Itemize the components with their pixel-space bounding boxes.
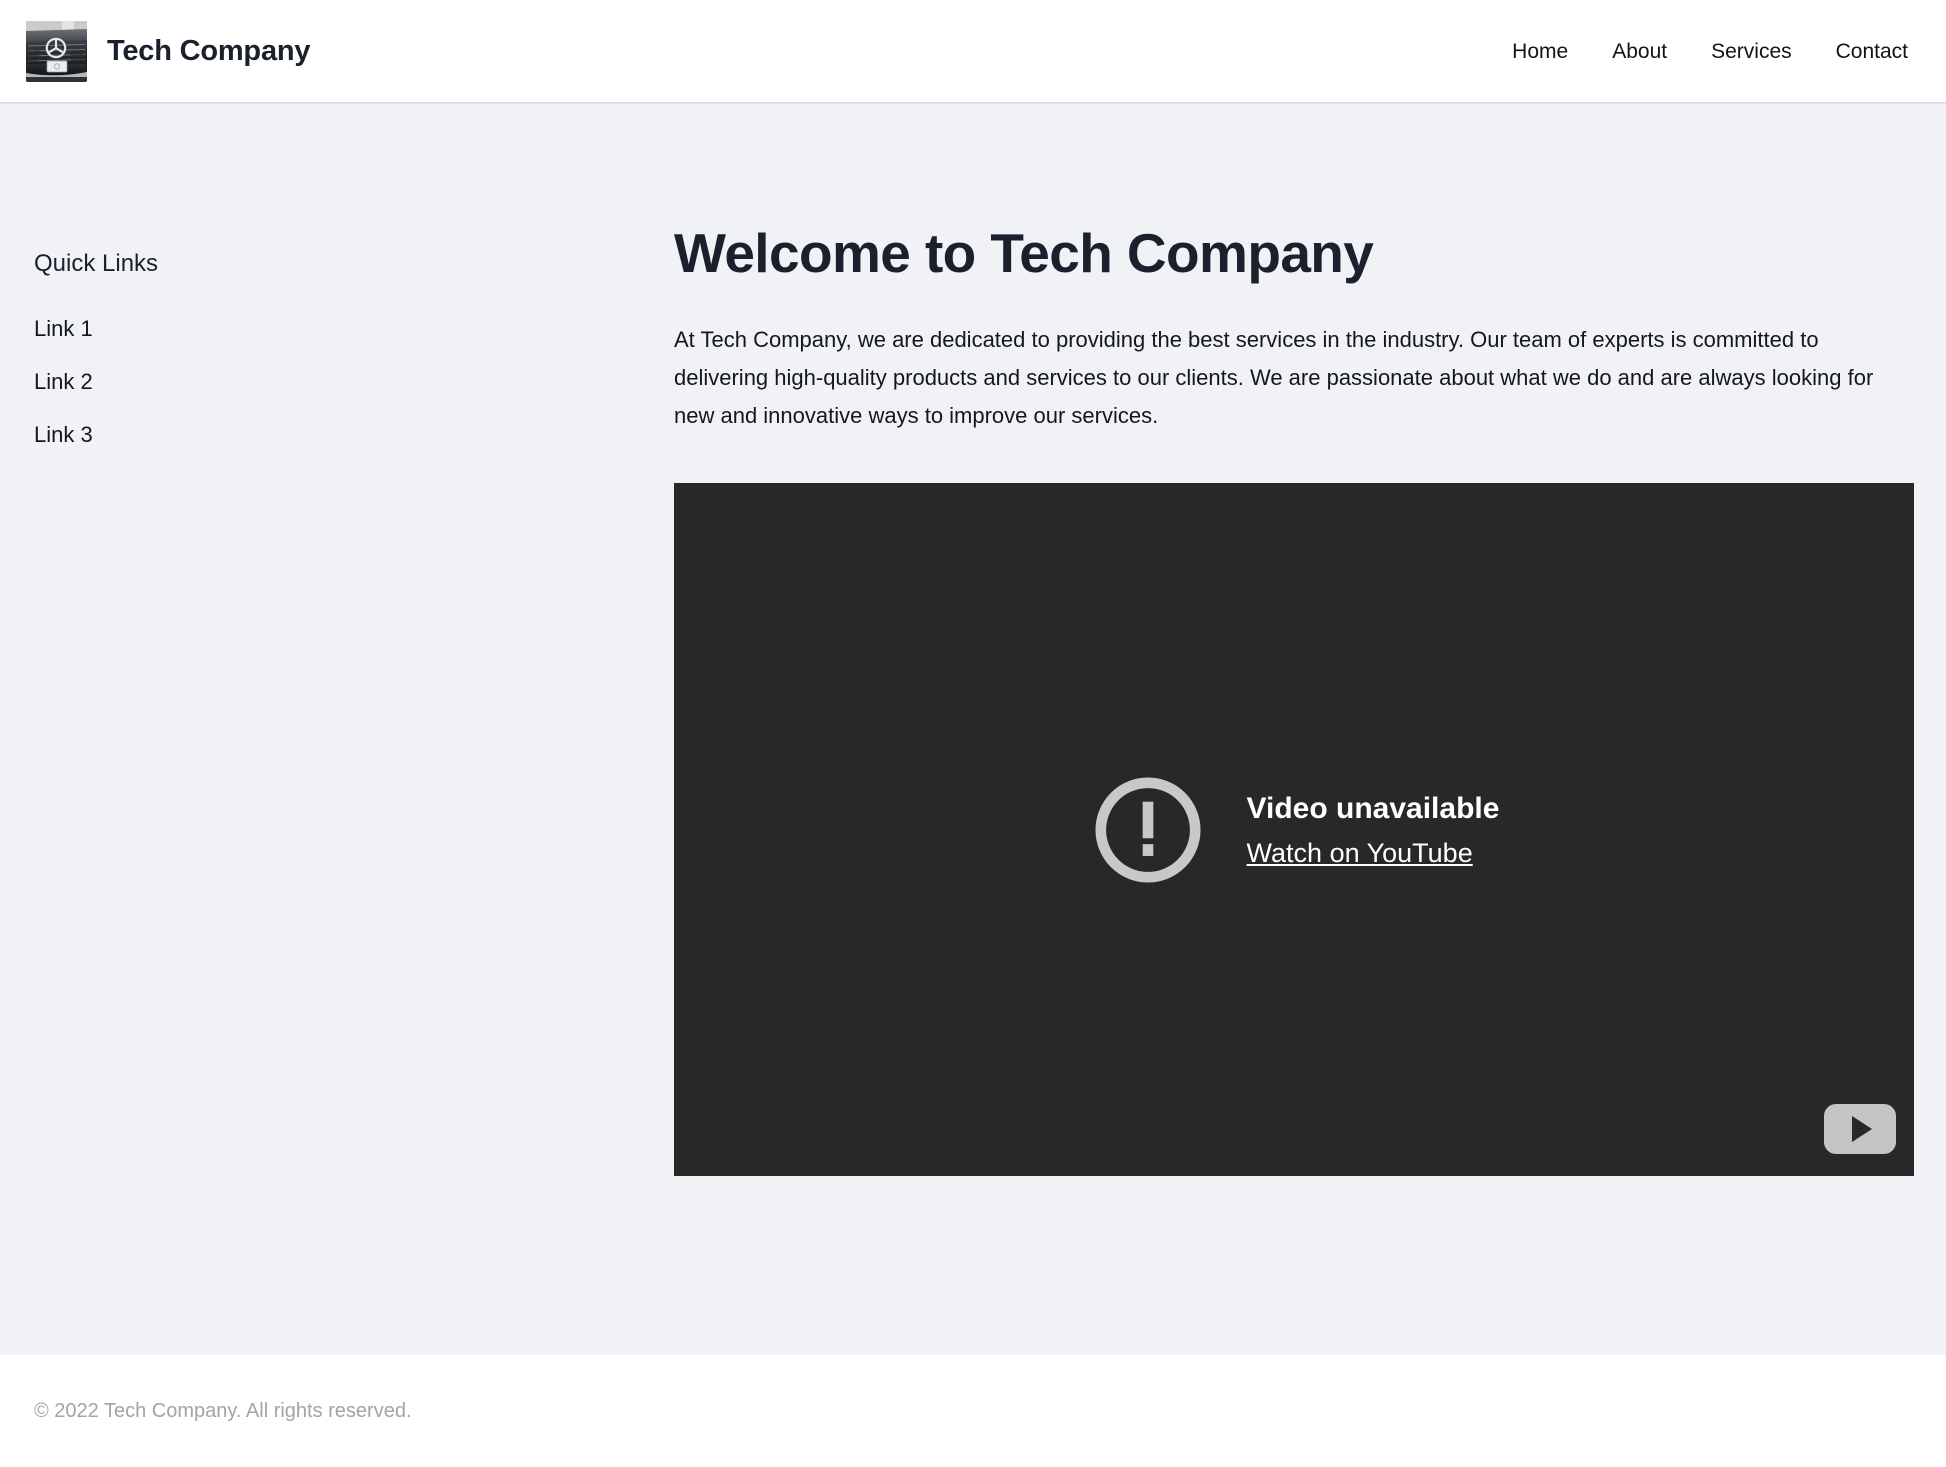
sidebar: Quick Links Link 1 Link 2 Link 3 xyxy=(34,222,674,447)
brand-title: Tech Company xyxy=(107,37,310,66)
content-area: Quick Links Link 1 Link 2 Link 3 Welcome… xyxy=(0,102,1946,1355)
video-status-text: Video unavailable xyxy=(1247,792,1500,825)
list-item: Link 2 xyxy=(34,371,674,394)
car-front-photo-logo-icon xyxy=(26,21,87,82)
sidebar-item-link-1[interactable]: Link 1 xyxy=(34,318,93,340)
watch-on-youtube-link[interactable]: Watch on YouTube xyxy=(1247,839,1500,869)
site-footer: © 2022 Tech Company. All rights reserved… xyxy=(0,1355,1946,1467)
site-header: Tech Company Home About Services Contact xyxy=(0,0,1946,102)
intro-paragraph: At Tech Company, we are dedicated to pro… xyxy=(674,321,1902,435)
list-item: Link 3 xyxy=(34,424,674,447)
sidebar-link-list: Link 1 Link 2 Link 3 xyxy=(34,318,674,447)
play-triangle-icon xyxy=(1852,1116,1872,1142)
sidebar-item-link-2[interactable]: Link 2 xyxy=(34,371,93,393)
main-nav: Home About Services Contact xyxy=(1512,41,1908,62)
video-player[interactable]: Video unavailable Watch on YouTube xyxy=(674,483,1914,1176)
nav-item-services[interactable]: Services xyxy=(1711,41,1792,62)
page-title: Welcome to Tech Company xyxy=(674,222,1902,285)
sidebar-item-link-3[interactable]: Link 3 xyxy=(34,424,93,446)
brand[interactable]: Tech Company xyxy=(26,21,310,82)
main-content: Welcome to Tech Company At Tech Company,… xyxy=(674,222,1902,1176)
nav-item-about[interactable]: About xyxy=(1612,41,1667,62)
video-text-block: Video unavailable Watch on YouTube xyxy=(1247,792,1500,869)
copyright-text: © 2022 Tech Company. All rights reserved… xyxy=(34,1401,412,1421)
nav-item-home[interactable]: Home xyxy=(1512,41,1568,62)
page-root: Tech Company Home About Services Contact… xyxy=(0,0,1946,1467)
sidebar-heading: Quick Links xyxy=(34,252,674,276)
youtube-play-icon[interactable] xyxy=(1824,1104,1896,1154)
video-unavailable-message: Video unavailable Watch on YouTube xyxy=(674,483,1914,1176)
list-item: Link 1 xyxy=(34,318,674,341)
nav-item-contact[interactable]: Contact xyxy=(1836,41,1908,62)
alert-circle-icon xyxy=(1089,771,1207,889)
